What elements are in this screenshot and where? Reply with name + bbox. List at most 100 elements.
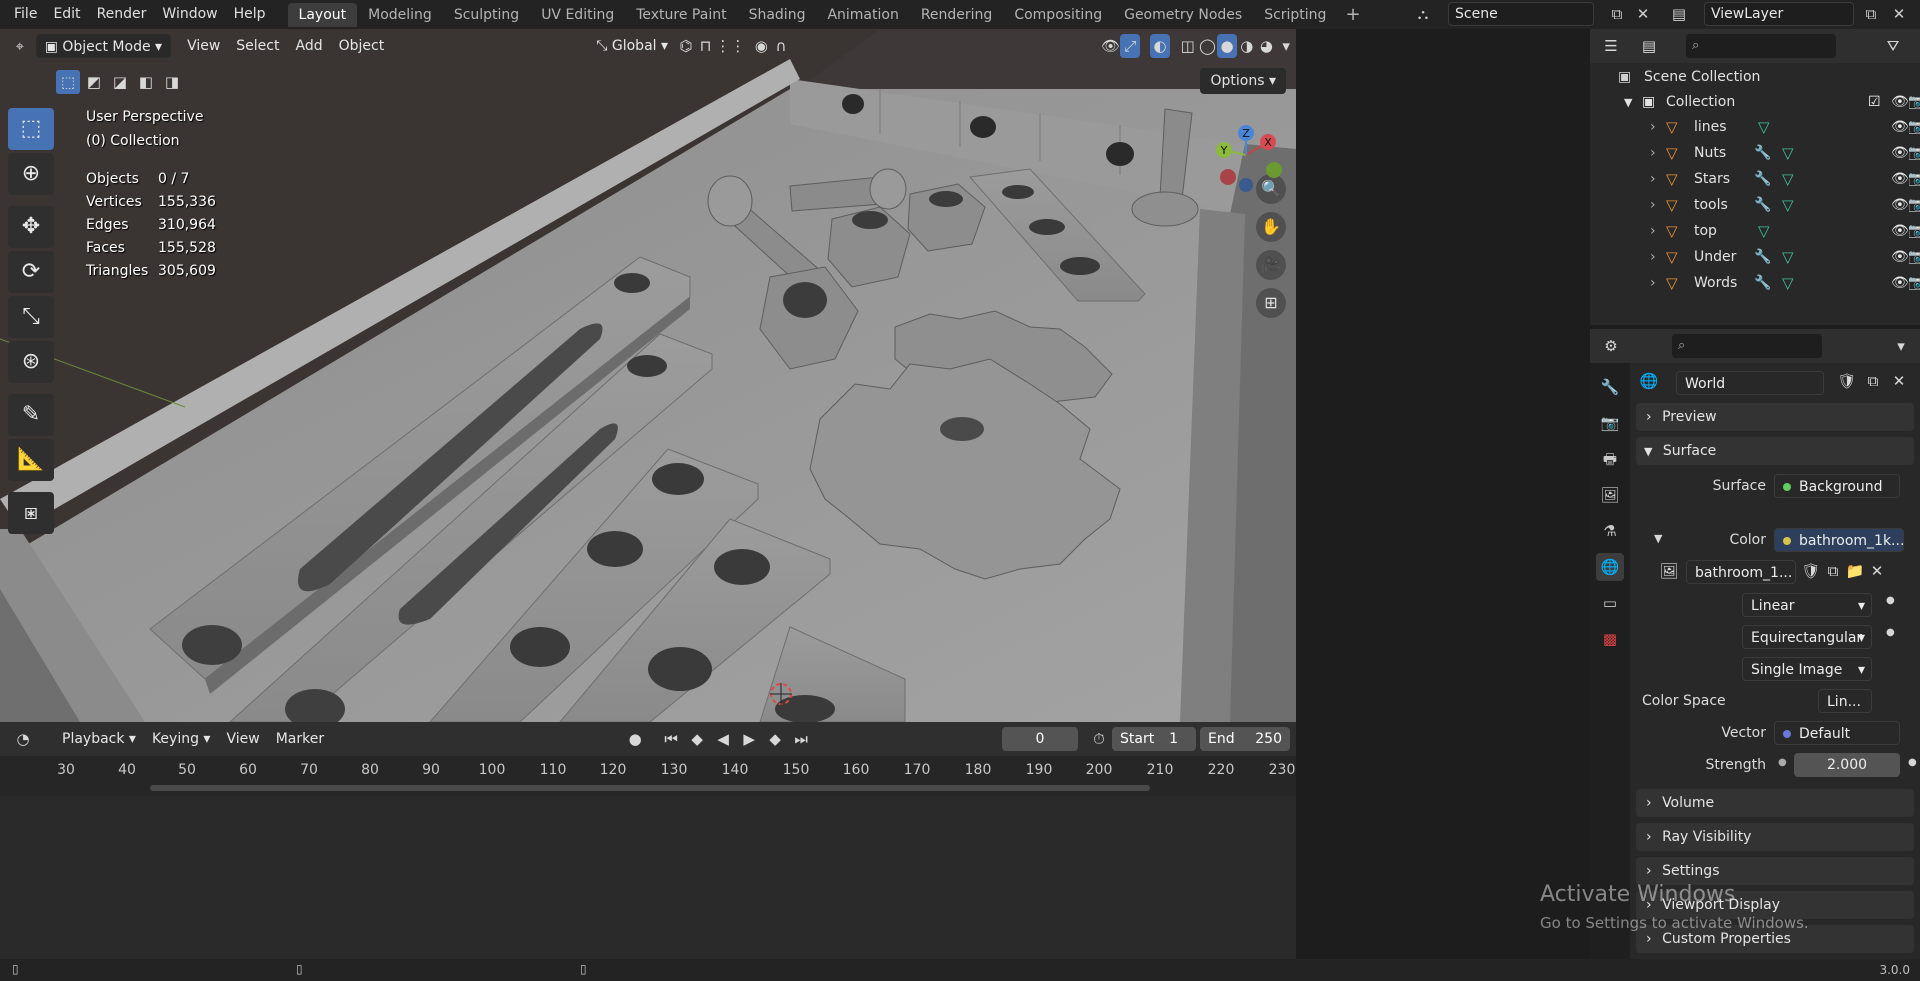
color-expand-arrow-icon[interactable]: ▼ (1654, 532, 1662, 545)
select-subtract-icon[interactable]: ◪ (108, 70, 132, 94)
eye-icon[interactable]: 👁 (1891, 90, 1909, 115)
color-space-dropdown[interactable]: Lin... (1818, 689, 1872, 713)
menu-window[interactable]: Window (154, 0, 225, 29)
timeline-editor-type-icon[interactable]: ◔ (10, 727, 36, 751)
add-cube-tool[interactable]: ⧆ (8, 492, 54, 534)
mesh-data-icon[interactable]: ▽ (1782, 167, 1794, 192)
fake-user-icon[interactable]: 🛡 (1834, 369, 1860, 393)
falloff-icon[interactable]: ∩ (771, 34, 791, 58)
proportional-edit-icon[interactable]: ◉ (751, 34, 771, 58)
modifier-icon[interactable]: 🔧 (1754, 167, 1771, 192)
tab-modeling[interactable]: Modeling (357, 3, 443, 27)
options-dropdown[interactable]: Options ▾ (1200, 68, 1286, 94)
expand-arrow-icon[interactable]: › (1650, 245, 1656, 270)
keyframe-dot-icon[interactable]: ● (1908, 757, 1917, 768)
tab-layout[interactable]: Layout (287, 2, 358, 27)
view-layer-selector[interactable]: ViewLayer (1704, 2, 1854, 26)
camera-view-icon[interactable]: 🎥 (1256, 250, 1286, 280)
pan-icon[interactable]: ✋ (1256, 212, 1286, 242)
duplicate-world-icon[interactable]: ⧉ (1860, 369, 1886, 393)
modifier-icon[interactable]: 🔧 (1754, 271, 1771, 296)
display-mode-icon[interactable]: ▤ (1636, 34, 1662, 58)
modifier-icon[interactable]: 🔧 (1754, 193, 1771, 218)
mesh-data-icon[interactable]: ▽ (1758, 115, 1770, 140)
expand-arrow-icon[interactable]: › (1650, 115, 1656, 140)
copy-view-layer-icon[interactable]: ⧉ (1860, 3, 1882, 25)
expand-arrow-icon[interactable]: › (1650, 219, 1656, 244)
expand-arrow-icon[interactable]: › (1650, 271, 1656, 296)
start-frame-field[interactable]: Start 1 (1112, 727, 1196, 751)
view-layer-tab-icon[interactable]: 🖼 (1596, 481, 1624, 509)
menu-object[interactable]: Object (331, 34, 393, 58)
pivot-icon[interactable]: ⌬ (676, 34, 696, 58)
gizmo-toggle-icon[interactable]: ⤢ (1120, 34, 1141, 58)
menu-playback[interactable]: Playback ▾ (54, 727, 144, 751)
properties-search-input[interactable]: ⌕ (1672, 334, 1822, 358)
image-unlink-icon[interactable]: ✕ (1864, 559, 1890, 583)
cursor-tool[interactable]: ⊕ (8, 153, 54, 195)
eye-icon[interactable]: 👁 (1891, 167, 1909, 192)
texture-tab-icon[interactable]: ▩ (1596, 625, 1624, 653)
snap-target-icon[interactable]: ⋮⋮ (715, 34, 745, 58)
modifier-icon[interactable]: 🔧 (1754, 245, 1771, 270)
outliner-item-lines[interactable]: › ▽ lines ▽ 👁 📷 (1590, 115, 1920, 140)
menu-add[interactable]: Add (288, 34, 331, 58)
expand-arrow-icon[interactable]: ▼ (1624, 90, 1632, 115)
world-name-field[interactable]: World (1676, 371, 1824, 395)
filter-icon[interactable]: ⛛ (1880, 34, 1906, 58)
camera-icon[interactable]: 📷 (1908, 167, 1920, 192)
annotate-tool[interactable]: ✎ (8, 394, 54, 436)
expand-arrow-icon[interactable]: › (1650, 193, 1656, 218)
tab-sculpting[interactable]: Sculpting (443, 3, 530, 27)
strength-field[interactable]: 2.000 (1794, 753, 1900, 777)
exclude-checkbox[interactable]: ☑ (1868, 90, 1881, 115)
tab-animation[interactable]: Animation (816, 3, 909, 27)
camera-icon[interactable]: 📷 (1908, 141, 1920, 166)
record-icon[interactable]: ● (622, 727, 648, 751)
properties-options-icon[interactable]: ▾ (1888, 334, 1914, 358)
expand-arrow-icon[interactable]: › (1650, 167, 1656, 192)
source-dropdown[interactable]: Single Image ▾ (1742, 657, 1872, 681)
navigation-axes-gizmo[interactable]: X Y Z (1206, 115, 1286, 195)
select-box-tool[interactable]: ⬚ (8, 108, 54, 150)
tab-rendering[interactable]: Rendering (910, 3, 1004, 27)
menu-marker[interactable]: Marker (268, 727, 332, 751)
camera-icon[interactable]: 📷 (1908, 115, 1920, 140)
outliner-item-under[interactable]: › ▽ Under 🔧 ▽ 👁 📷 (1590, 245, 1920, 270)
outliner-item-stars[interactable]: › ▽ Stars 🔧 ▽ 👁 📷 (1590, 167, 1920, 192)
output-tab-icon[interactable]: 🖶 (1596, 445, 1624, 473)
eye-icon[interactable]: 👁 (1891, 193, 1909, 218)
ray-visibility-panel[interactable]: › Ray Visibility (1636, 823, 1914, 851)
tab-uv-editing[interactable]: UV Editing (530, 3, 625, 27)
render-tab-icon[interactable]: 📷 (1596, 409, 1624, 437)
solid-shading-icon[interactable]: ● (1217, 34, 1237, 58)
tab-geometry-nodes[interactable]: Geometry Nodes (1113, 3, 1253, 27)
select-invert-icon[interactable]: ◧ (134, 70, 158, 94)
jump-end-icon[interactable]: ⏭ (788, 727, 814, 751)
world-tab-icon[interactable]: 🌐 (1596, 553, 1624, 581)
world-icon[interactable]: 🌐 (1636, 369, 1662, 393)
surface-shader-field[interactable]: Background (1774, 474, 1900, 498)
settings-panel[interactable]: › Settings (1636, 857, 1914, 885)
timeline-scrollbar[interactable] (150, 785, 1150, 791)
delete-view-layer-icon[interactable]: ✕ (1888, 3, 1910, 25)
play-icon[interactable]: ▶ (736, 727, 762, 751)
menu-help[interactable]: Help (226, 0, 274, 29)
eye-icon[interactable]: 👁 (1891, 219, 1909, 244)
mesh-data-icon[interactable]: ▽ (1782, 193, 1794, 218)
eye-icon[interactable]: 👁 (1891, 115, 1909, 140)
volume-panel[interactable]: › Volume (1636, 789, 1914, 817)
scene-icon[interactable]: ⛬ (1412, 3, 1434, 25)
outliner-item-nuts[interactable]: › ▽ Nuts 🔧 ▽ 👁 📷 (1590, 141, 1920, 166)
camera-icon[interactable]: 📷 (1908, 90, 1920, 115)
wireframe-shading-icon[interactable]: ◯ (1198, 34, 1218, 58)
xray-icon[interactable]: ◫ (1178, 34, 1198, 58)
view-layer-icon[interactable]: ▤ (1668, 3, 1690, 25)
unlink-world-icon[interactable]: ✕ (1886, 369, 1912, 393)
current-frame-field[interactable]: 0 (1002, 727, 1078, 751)
mesh-data-icon[interactable]: ▽ (1782, 271, 1794, 296)
add-workspace-button[interactable]: + (1337, 4, 1368, 25)
color-input-field[interactable]: bathroom_1k.... (1774, 528, 1904, 552)
move-tool[interactable]: ✥ (8, 206, 54, 248)
outliner-editor-type-icon[interactable]: ☰ (1598, 34, 1624, 58)
